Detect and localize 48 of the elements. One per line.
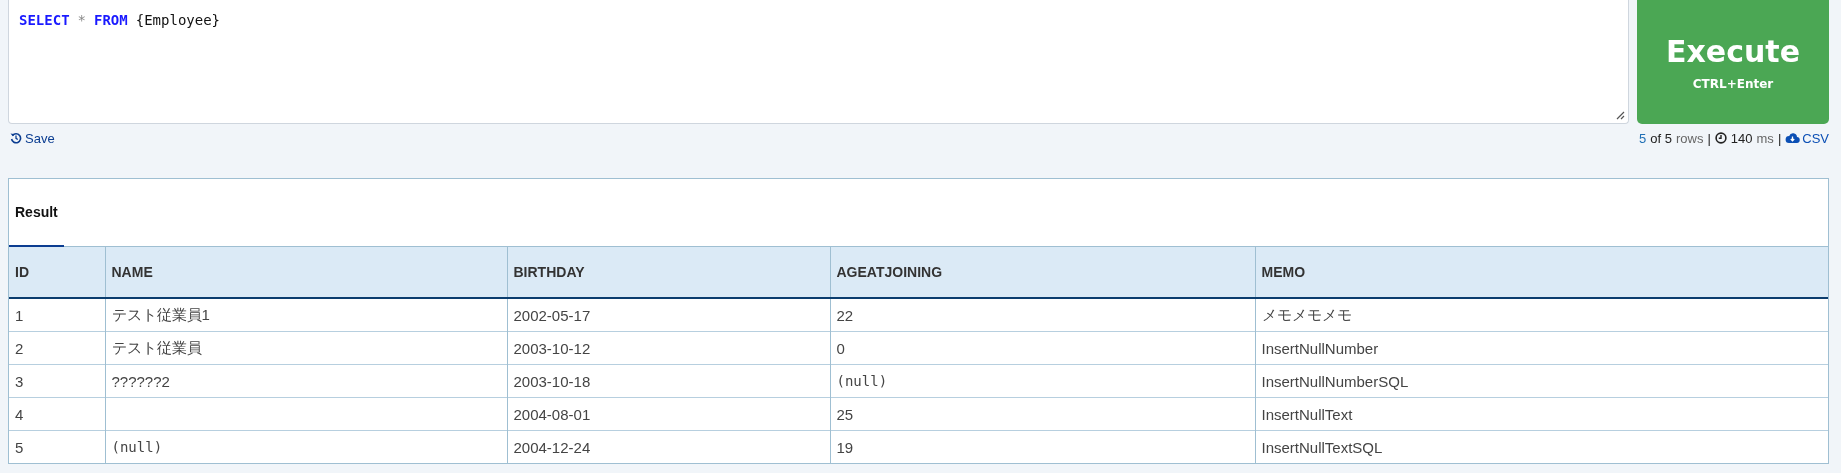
table-cell: 2004-08-01 bbox=[507, 397, 830, 431]
sql-token: SELECT bbox=[19, 12, 70, 28]
table-cell: 4 bbox=[9, 397, 105, 431]
table-cell: メモメモメモ bbox=[1255, 298, 1828, 332]
table-cell: テスト従業員 bbox=[105, 331, 507, 365]
table-cell: 1 bbox=[9, 298, 105, 332]
sql-token: * bbox=[77, 12, 86, 28]
table-cell: (null) bbox=[830, 364, 1255, 398]
shortcut-hint: CTRL+Enter bbox=[1692, 76, 1774, 91]
column-header: ID bbox=[9, 247, 105, 298]
cloud-download-icon bbox=[1785, 132, 1801, 144]
column-header: MEMO bbox=[1255, 247, 1828, 298]
table-cell: 2 bbox=[9, 331, 105, 365]
sql-editor[interactable]: SELECT * FROM {Employee} bbox=[8, 0, 1629, 124]
sql-token: {Employee} bbox=[135, 12, 221, 28]
sql-token: FROM bbox=[94, 12, 128, 28]
table-cell: (null) bbox=[105, 430, 507, 463]
elapsed-time: 140 bbox=[1730, 130, 1753, 146]
table-cell: 3 bbox=[9, 364, 105, 398]
table-cell: テスト従業員1 bbox=[105, 298, 507, 332]
total-rows: of 5 bbox=[1650, 130, 1672, 146]
column-header: AGEATJOINING bbox=[830, 247, 1255, 298]
time-unit: ms bbox=[1756, 130, 1774, 146]
table-cell: 0 bbox=[830, 331, 1255, 365]
resize-grip-icon[interactable] bbox=[1616, 111, 1625, 120]
separator: | bbox=[1777, 130, 1782, 146]
clock-icon bbox=[1714, 132, 1727, 144]
table-cell: 2002-05-17 bbox=[507, 298, 830, 332]
history-icon bbox=[10, 132, 22, 144]
row-count: 5 bbox=[1639, 130, 1647, 146]
column-header: BIRTHDAY bbox=[507, 247, 830, 298]
save-link[interactable]: Save bbox=[10, 130, 55, 146]
table-cell: 19 bbox=[830, 430, 1255, 463]
table-cell: 2003-10-18 bbox=[507, 364, 830, 398]
table-cell: InsertNullTextSQL bbox=[1255, 430, 1828, 463]
table-cell: InsertNullText bbox=[1255, 397, 1828, 431]
table-cell: InsertNullNumberSQL bbox=[1255, 364, 1828, 398]
table-cell: 22 bbox=[830, 298, 1255, 332]
table-cell: 25 bbox=[830, 397, 1255, 431]
column-header: NAME bbox=[105, 247, 507, 298]
table-cell: 2004-12-24 bbox=[507, 430, 830, 463]
rows-label: rows bbox=[1676, 130, 1704, 146]
table-cell: 5 bbox=[9, 430, 105, 463]
table-cell: 2003-10-12 bbox=[507, 331, 830, 365]
table-cell: ??????2 bbox=[105, 364, 507, 398]
separator: | bbox=[1707, 130, 1711, 146]
table-cell: InsertNullNumber bbox=[1255, 331, 1828, 365]
csv-download-link[interactable]: CSV bbox=[1785, 130, 1829, 146]
